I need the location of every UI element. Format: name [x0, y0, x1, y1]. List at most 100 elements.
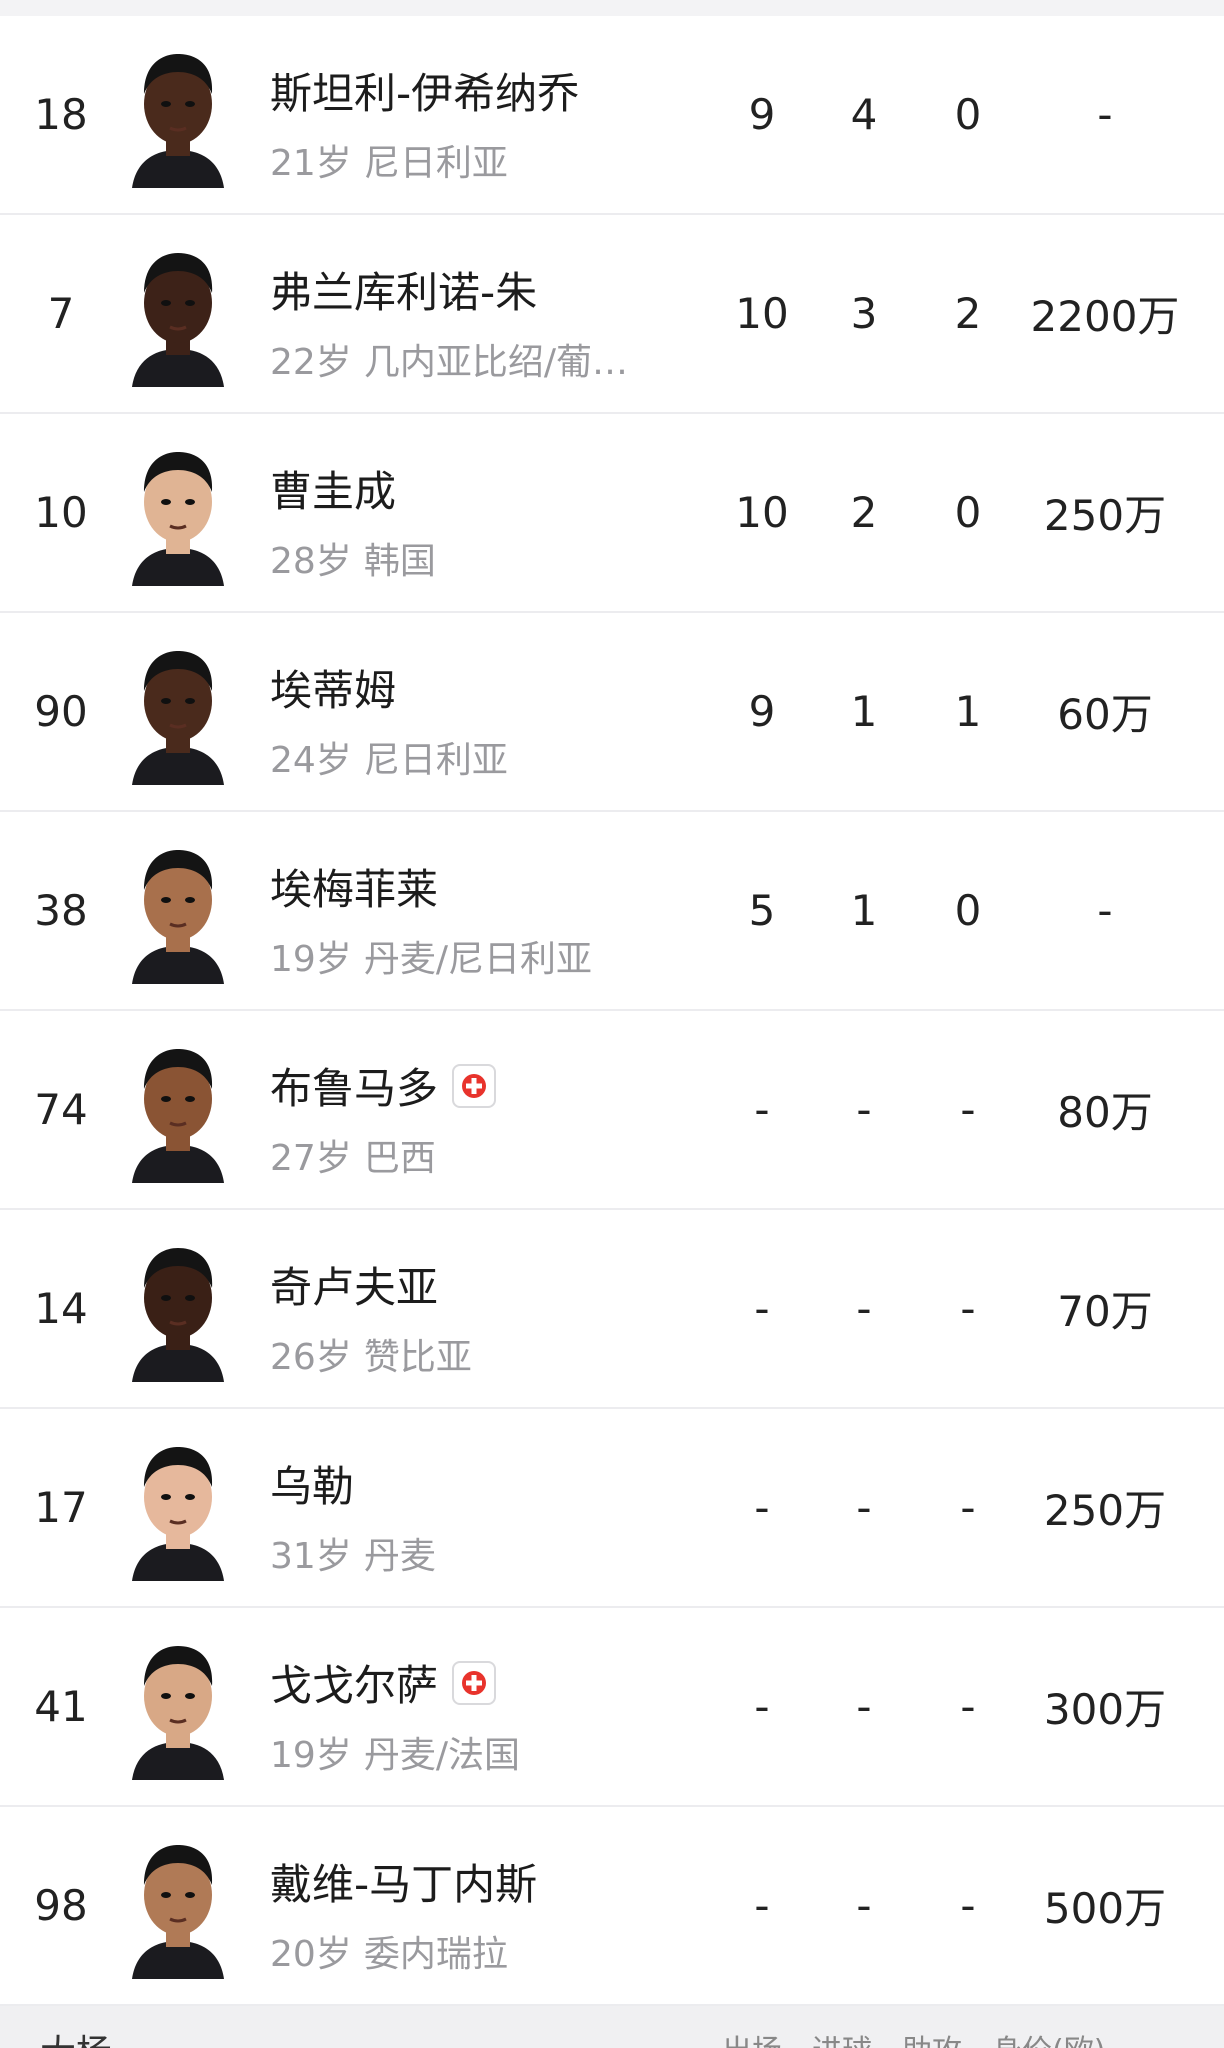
player-nationality: 赞比亚 [363, 1337, 472, 1378]
player-name-line: 斯坦利-伊希纳乔 [270, 60, 579, 121]
player-name: 弗兰库利诺-朱 [270, 268, 538, 317]
player-age: 21岁 [270, 143, 352, 184]
stat-appearances: 5 [748, 886, 776, 935]
market-value: - [1097, 886, 1113, 935]
jersey-number: 98 [34, 1881, 88, 1930]
player-list: 18 斯坦利-伊希纳乔 21岁 尼日利亚 9 4 0 - 7 弗兰库利诺-朱 22岁 几内亚比绍/葡…… [0, 16, 1224, 2006]
stat-assists: - [960, 1682, 976, 1731]
stat-goals: - [856, 1881, 872, 1930]
player-name: 戴维-马丁内斯 [270, 1860, 538, 1909]
player-row[interactable]: 90 埃蒂姆 24岁 尼日利亚 9 1 1 60万 [0, 613, 1224, 812]
stat-appearances: - [754, 1085, 770, 1134]
player-photo-svg [132, 1646, 224, 1780]
player-age: 20岁 [270, 1934, 352, 1975]
player-row[interactable]: 14 奇卢夫亚 26岁 赞比亚 - - - 70万 [0, 1210, 1224, 1409]
player-name: 布鲁马多 [270, 1064, 439, 1113]
player-nationality: 丹麦/尼日利亚 [363, 939, 592, 980]
player-name-line: 奇卢夫亚 [270, 1254, 438, 1315]
player-row[interactable]: 7 弗兰库利诺-朱 22岁 几内亚比绍/葡… 10 3 2 2200万 [0, 215, 1224, 414]
stat-appearances: - [754, 1483, 770, 1532]
player-nationality: 丹麦/法国 [363, 1735, 520, 1776]
player-name: 戈戈尔萨 [270, 1661, 439, 1710]
player-name-line: 乌勒 [270, 1453, 354, 1514]
player-name-line: 戴维-马丁内斯 [270, 1851, 537, 1912]
player-photo-svg [132, 1049, 224, 1183]
stat-goals: - [856, 1483, 872, 1532]
player-age: 22岁 [270, 342, 352, 383]
market-value: 250万 [1043, 1486, 1167, 1535]
player-name: 乌勒 [270, 1462, 355, 1511]
player-photo-svg [132, 1447, 224, 1581]
player-photo-svg [132, 452, 224, 586]
jersey-number: 17 [34, 1483, 88, 1532]
player-meta: 19岁 丹麦/尼日利亚 [270, 930, 592, 982]
player-photo-svg [132, 1845, 224, 1979]
stat-assists: 0 [954, 90, 982, 139]
stat-assists: - [960, 1085, 976, 1134]
player-age: 27岁 [270, 1138, 352, 1179]
player-meta: 28岁 韩国 [270, 532, 436, 584]
player-row[interactable]: 98 戴维-马丁内斯 20岁 委内瑞拉 - - - 500万 [0, 1807, 1224, 2006]
market-value: 60万 [1057, 690, 1153, 739]
player-name-line: 埃蒂姆 [270, 657, 396, 718]
section-label: 大杨 [40, 2024, 112, 2048]
stat-goals: - [856, 1085, 872, 1134]
player-row[interactable]: 74 布鲁马多 27岁 巴西 - - - 80万 [0, 1011, 1224, 1210]
column-header-apps: 出场 [722, 2026, 782, 2048]
player-row[interactable]: 38 埃梅菲莱 19岁 丹麦/尼日利亚 5 1 0 - [0, 812, 1224, 1011]
stat-goals: 1 [850, 687, 878, 736]
jersey-number: 14 [34, 1284, 88, 1333]
player-name-line: 埃梅菲莱 [270, 856, 438, 917]
injury-icon [452, 1660, 497, 1705]
top-strip [0, 0, 1224, 16]
player-avatar [126, 1634, 230, 1780]
jersey-number: 7 [47, 289, 75, 338]
player-meta: 20岁 委内瑞拉 [270, 1925, 508, 1977]
player-name: 曹圭成 [270, 467, 397, 516]
stat-appearances: 10 [735, 289, 789, 338]
player-photo-svg [132, 54, 224, 188]
jersey-number: 38 [34, 886, 88, 935]
player-nationality: 丹麦 [363, 1536, 436, 1577]
player-age: 26岁 [270, 1337, 352, 1378]
player-row[interactable]: 18 斯坦利-伊希纳乔 21岁 尼日利亚 9 4 0 - [0, 16, 1224, 215]
player-name-line: 布鲁马多 [270, 1055, 497, 1116]
player-age: 19岁 [270, 1735, 352, 1776]
player-meta: 19岁 丹麦/法国 [270, 1726, 520, 1778]
market-value: 300万 [1043, 1685, 1167, 1734]
player-avatar [126, 1833, 230, 1979]
player-avatar [126, 440, 230, 586]
player-row[interactable]: 41 戈戈尔萨 19岁 丹麦/法国 - - - 300万 [0, 1608, 1224, 1807]
market-value: 70万 [1057, 1287, 1153, 1336]
market-value: 2200万 [1030, 292, 1180, 341]
stat-appearances: - [754, 1682, 770, 1731]
player-nationality: 巴西 [363, 1138, 436, 1179]
stat-goals: 4 [850, 90, 878, 139]
player-meta: 26岁 赞比亚 [270, 1328, 472, 1380]
player-avatar [126, 838, 230, 984]
player-row[interactable]: 10 曹圭成 28岁 韩国 10 2 0 250万 [0, 414, 1224, 613]
squad-page: 18 斯坦利-伊希纳乔 21岁 尼日利亚 9 4 0 - 7 弗兰库利诺-朱 22岁 几内亚比绍/葡…… [0, 0, 1224, 2048]
market-value: 500万 [1043, 1884, 1167, 1933]
player-name: 奇卢夫亚 [270, 1263, 439, 1312]
stat-goals: 3 [850, 289, 878, 338]
player-photo-svg [132, 651, 224, 785]
stat-assists: - [960, 1881, 976, 1930]
player-photo-svg [132, 850, 224, 984]
stat-appearances: 9 [748, 90, 776, 139]
player-avatar [126, 241, 230, 387]
jersey-number: 90 [34, 687, 88, 736]
stat-assists: 0 [954, 488, 982, 537]
player-name: 斯坦利-伊希纳乔 [270, 69, 580, 118]
player-meta: 31岁 丹麦 [270, 1527, 436, 1579]
player-avatar [126, 1037, 230, 1183]
stat-goals: 2 [850, 488, 878, 537]
column-headers: 出场 进球 助攻 身价(欧) [722, 2026, 1105, 2048]
player-age: 28岁 [270, 541, 352, 582]
player-meta: 27岁 巴西 [270, 1129, 436, 1181]
player-row[interactable]: 17 乌勒 31岁 丹麦 - - - 250万 [0, 1409, 1224, 1608]
stat-assists: 2 [954, 289, 982, 338]
player-meta: 22岁 几内亚比绍/葡… [270, 333, 628, 385]
column-header-assists: 助攻 [902, 2026, 962, 2048]
stat-assists: - [960, 1284, 976, 1333]
